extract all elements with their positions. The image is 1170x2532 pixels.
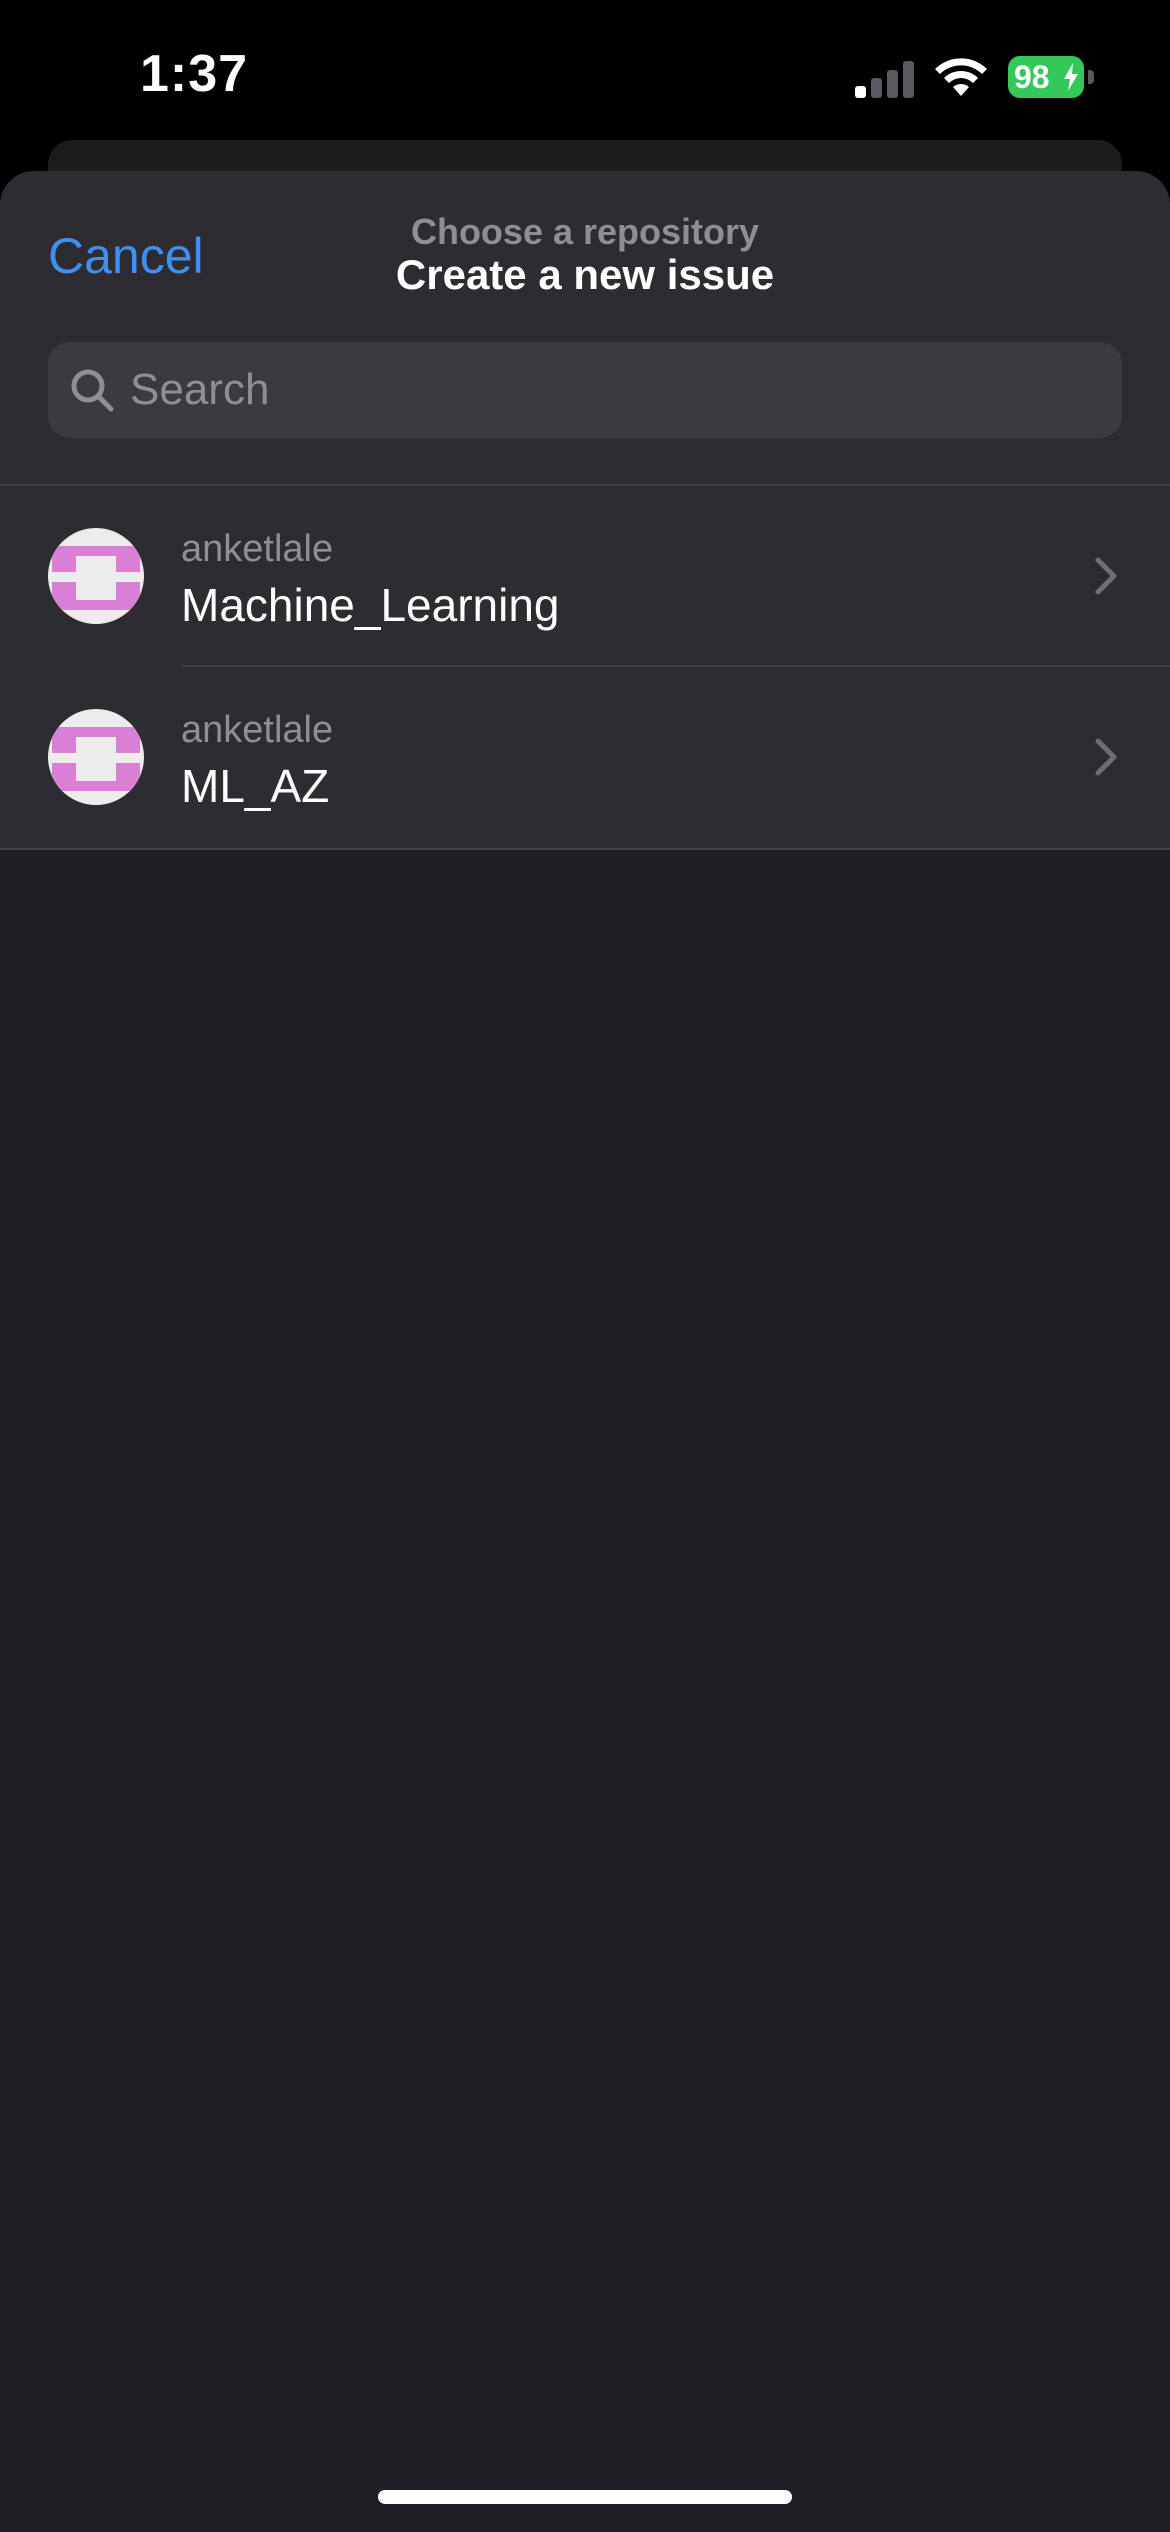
repository-row[interactable]: anketlale Machine_Learning [0, 486, 1170, 667]
list-bottom-divider [0, 848, 1170, 850]
repository-owner: anketlale [181, 709, 334, 751]
home-indicator [378, 2490, 792, 2504]
repository-name: Machine_Learning [181, 579, 560, 631]
chevron-right-icon [1095, 557, 1117, 595]
battery-charging-icon [1064, 63, 1078, 91]
status-time: 1:37 [140, 45, 249, 103]
search-icon [71, 369, 114, 412]
search-field[interactable] [48, 342, 1122, 438]
cellular-signal-icon [855, 58, 915, 98]
battery-indicator: 98 [1008, 56, 1094, 98]
repository-owner: anketlale [181, 528, 334, 570]
repository-name: ML_AZ [181, 760, 330, 812]
sheet-header: Choose a repository Create a new issue C… [0, 171, 1170, 485]
avatar [48, 528, 144, 624]
search-input[interactable] [130, 342, 1090, 438]
repository-row[interactable]: anketlale ML_AZ [0, 667, 1170, 848]
repository-list: anketlale Machine_Learning anketlale ML_… [0, 486, 1170, 848]
chevron-right-icon [1095, 738, 1117, 776]
cancel-button[interactable]: Cancel [48, 227, 204, 285]
avatar [48, 709, 144, 805]
wifi-icon [935, 58, 987, 96]
status-bar: 1:37 98 [0, 0, 1170, 150]
battery-cap [1088, 70, 1094, 84]
repository-picker-sheet: Choose a repository Create a new issue C… [0, 171, 1170, 2532]
